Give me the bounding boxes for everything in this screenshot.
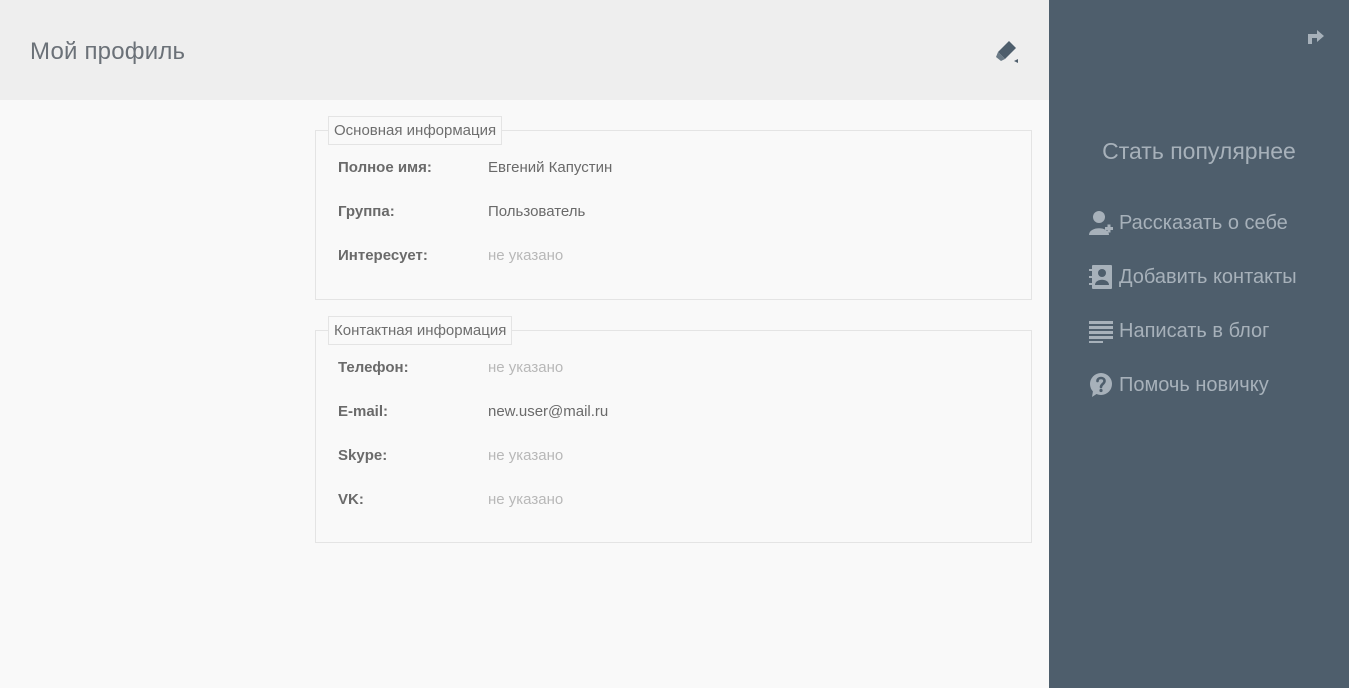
field-value: не указано <box>488 447 564 464</box>
field-row-email: E-mail: new.user@mail.ru <box>316 403 1031 447</box>
field-label: E-mail: <box>338 403 389 420</box>
field-value: не указано <box>488 247 564 264</box>
contact-book-icon <box>1089 264 1113 290</box>
sidebar-item-write-blog[interactable]: Написать в блог <box>1089 317 1269 345</box>
pencil-icon <box>993 37 1021 70</box>
field-label: Skype: <box>338 447 388 464</box>
add-user-icon <box>1089 210 1113 236</box>
field-row-interests: Интересует: не указано <box>316 247 1031 291</box>
contact-info-section: Контактная информация Телефон: не указан… <box>315 316 1032 543</box>
page-title: Мой профиль <box>30 38 186 65</box>
contact-info-legend: Контактная информация <box>328 316 513 345</box>
share-arrow-icon <box>1306 30 1326 51</box>
sidebar-item-label: Помочь новичку <box>1119 373 1269 396</box>
edit-profile-button[interactable] <box>990 36 1024 70</box>
sidebar-item-add-contacts[interactable]: Добавить контакты <box>1089 263 1297 291</box>
field-value: new.user@mail.ru <box>488 403 609 420</box>
sidebar: Стать популярнее Рассказать о себе Добав… <box>1049 0 1349 688</box>
field-value: Пользователь <box>488 203 586 220</box>
profile-content: Основная информация Полное имя: Евгений … <box>0 100 1049 688</box>
field-row-phone: Телефон: не указано <box>316 359 1031 403</box>
field-row-group: Группа: Пользователь <box>316 203 1031 247</box>
sidebar-item-tell-about-yourself[interactable]: Рассказать о себе <box>1089 209 1288 237</box>
basic-info-section: Основная информация Полное имя: Евгений … <box>315 116 1032 300</box>
basic-info-legend: Основная информация <box>328 116 503 145</box>
field-value: Евгений Капустин <box>488 159 613 176</box>
sidebar-item-help-newbie[interactable]: Помочь новичку <box>1089 371 1269 399</box>
field-label: Группа: <box>338 203 395 220</box>
field-label: Интересует: <box>338 247 428 264</box>
field-label: Телефон: <box>338 359 409 376</box>
field-row-full-name: Полное имя: Евгений Капустин <box>316 159 1031 203</box>
field-value: не указано <box>488 359 564 376</box>
field-label: VK: <box>338 491 364 508</box>
share-button[interactable] <box>1306 27 1326 47</box>
field-value: не указано <box>488 491 564 508</box>
question-bubble-icon <box>1089 372 1113 398</box>
sidebar-item-label: Написать в блог <box>1119 319 1270 342</box>
text-lines-icon <box>1089 318 1113 344</box>
page-header: Мой профиль <box>0 0 1049 100</box>
field-row-vk: VK: не указано <box>316 491 1031 535</box>
field-label: Полное имя: <box>338 159 432 176</box>
sidebar-title: Стать популярнее <box>1102 138 1296 164</box>
field-row-skype: Skype: не указано <box>316 447 1031 491</box>
sidebar-item-label: Рассказать о себе <box>1119 211 1288 234</box>
sidebar-item-label: Добавить контакты <box>1119 265 1297 288</box>
